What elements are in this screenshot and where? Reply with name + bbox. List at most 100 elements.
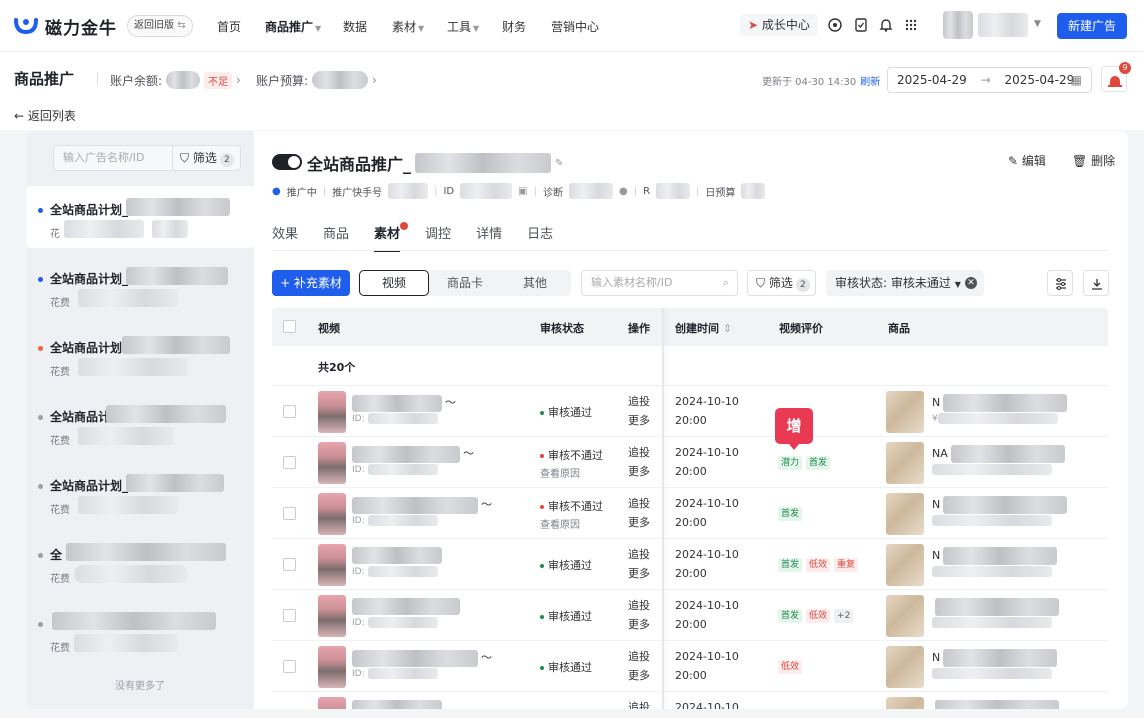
table-row[interactable]: 〜 ID: 审核不通过 查看原因 追投 更多 2024-10-10 20:00 首发…: [272, 488, 1108, 539]
nav-data[interactable]: 数据: [343, 18, 367, 35]
material-filter-button[interactable]: ⛉ 筛选 2: [747, 270, 816, 296]
boost-link[interactable]: 追投: [628, 650, 650, 663]
more-link[interactable]: 更多: [628, 414, 650, 427]
product-thumbnail[interactable]: [886, 391, 924, 433]
tab-log[interactable]: 日志: [527, 223, 553, 252]
delete-button[interactable]: 🗑 删除: [1072, 152, 1115, 169]
product-thumbnail[interactable]: [886, 646, 924, 688]
select-all-checkbox[interactable]: [283, 320, 296, 333]
column-settings-button[interactable]: [1047, 270, 1073, 296]
campaign-item[interactable]: 花费: [26, 600, 254, 662]
row-checkbox[interactable]: [283, 456, 296, 469]
video-thumbnail[interactable]: [318, 697, 346, 709]
account-budget[interactable]: 账户预算: ›: [256, 71, 377, 89]
nav-product-promo[interactable]: 商品推广 ▼: [265, 18, 321, 35]
row-checkbox[interactable]: [283, 609, 296, 622]
growth-center-button[interactable]: ➤ 成长中心: [740, 14, 818, 36]
account-name-redacted[interactable]: [978, 13, 1028, 37]
product-thumbnail[interactable]: [886, 544, 924, 586]
campaign-item[interactable]: 全站商品计划 花费: [26, 324, 254, 386]
campaign-item[interactable]: 全站商品计划_ 花: [26, 186, 254, 248]
product-name[interactable]: [932, 598, 1059, 616]
new-ad-button[interactable]: 新建广告: [1057, 13, 1127, 39]
product-thumbnail[interactable]: [886, 697, 924, 709]
nav-marketing[interactable]: 营销中心: [551, 18, 599, 35]
boost-link[interactable]: 追投: [628, 446, 650, 459]
row-checkbox[interactable]: [283, 507, 296, 520]
refresh-link[interactable]: 刷新: [860, 77, 880, 88]
table-row[interactable]: 〜 ID: 审核通过 追投 更多 2024-10-10 20:00 N ¥: [272, 386, 1108, 437]
campaign-toggle[interactable]: [272, 154, 302, 170]
boost-link[interactable]: 追投: [628, 548, 650, 561]
boost-link[interactable]: 追投: [628, 599, 650, 612]
tab-product[interactable]: 商品: [323, 223, 349, 252]
col-created-time[interactable]: 创建时间 ⇕: [675, 320, 732, 336]
info-icon[interactable]: ●: [619, 186, 628, 197]
product-name[interactable]: N: [932, 496, 1068, 514]
account-dropdown-icon[interactable]: ▼: [1034, 19, 1041, 29]
segment-other[interactable]: 其他: [500, 270, 570, 296]
row-checkbox[interactable]: [283, 405, 296, 418]
tab-material[interactable]: 素材: [374, 222, 409, 252]
increase-badge[interactable]: 增: [775, 408, 813, 450]
brand-logo[interactable]: 磁力金牛: [13, 14, 117, 39]
video-name[interactable]: [352, 547, 445, 564]
segment-video[interactable]: 视频: [359, 270, 429, 296]
video-thumbnail[interactable]: [318, 595, 346, 637]
avatar[interactable]: [943, 11, 973, 39]
campaign-item[interactable]: 全站商品计划_ 花费: [26, 462, 254, 524]
view-reason-link[interactable]: 查看原因: [540, 516, 580, 531]
video-thumbnail[interactable]: [318, 442, 346, 484]
video-thumbnail[interactable]: [318, 493, 346, 535]
video-name[interactable]: [352, 598, 463, 615]
compass-icon[interactable]: [827, 17, 843, 33]
video-thumbnail[interactable]: [318, 391, 346, 433]
campaign-filter-button[interactable]: ⛉ 筛选 2: [172, 145, 241, 171]
product-name[interactable]: N: [932, 547, 1058, 565]
bell-icon[interactable]: [878, 17, 894, 33]
nav-finance[interactable]: 财务: [502, 18, 526, 35]
download-button[interactable]: [1083, 270, 1109, 296]
more-link[interactable]: 更多: [628, 465, 650, 478]
video-name[interactable]: 〜: [352, 496, 492, 514]
old-version-button[interactable]: 返回旧版 ⇆: [127, 15, 193, 37]
campaign-item[interactable]: 全花费: [26, 531, 254, 593]
back-to-list-link[interactable]: ← 返回列表: [14, 107, 76, 124]
product-name[interactable]: N: [932, 649, 1058, 667]
apps-grid-icon[interactable]: [903, 17, 919, 33]
date-range-picker[interactable]: 2025-04-29 → 2025-04-29 ▦: [887, 67, 1092, 93]
more-link[interactable]: 更多: [628, 618, 650, 631]
more-link[interactable]: 更多: [628, 669, 650, 682]
edit-button[interactable]: ✎ 编辑: [1008, 152, 1046, 169]
video-name[interactable]: 〜: [352, 649, 492, 667]
video-name[interactable]: [352, 700, 445, 709]
tab-control[interactable]: 调控: [425, 223, 451, 252]
add-material-button[interactable]: + 补充素材: [272, 270, 350, 296]
boost-link[interactable]: 追投: [628, 497, 650, 510]
campaign-item[interactable]: 全站商品计 花费: [26, 393, 254, 455]
campaign-item[interactable]: 全站商品计划_ 花费: [26, 255, 254, 317]
table-row[interactable]: ID: 审核通过 追投 更多 2024-10-10 20:00 首发 低效 重复 N: [272, 539, 1108, 590]
material-search-input[interactable]: 输入素材名称/ID ⌕: [581, 270, 738, 296]
product-name[interactable]: [932, 700, 1059, 709]
tab-effect[interactable]: 效果: [272, 223, 298, 252]
boost-link[interactable]: 追投: [628, 395, 650, 408]
alarm-button[interactable]: 9: [1101, 62, 1131, 92]
clear-icon[interactable]: ✕: [965, 277, 977, 289]
tab-details[interactable]: 详情: [476, 223, 502, 252]
account-balance[interactable]: 账户余额: 不足 ›: [110, 71, 241, 89]
product-name[interactable]: NA: [932, 445, 1065, 463]
video-thumbnail[interactable]: [318, 646, 346, 688]
table-row[interactable]: 审核中 追投更多 2024-10-10 低效: [272, 692, 1108, 709]
video-thumbnail[interactable]: [318, 544, 346, 586]
more-link[interactable]: 更多: [628, 516, 650, 529]
more-link[interactable]: 更多: [628, 567, 650, 580]
nav-material[interactable]: 素材 ▼: [392, 18, 424, 35]
checklist-icon[interactable]: [853, 17, 869, 33]
nav-tools[interactable]: 工具 ▼: [447, 18, 479, 35]
boost-link[interactable]: 追投: [628, 701, 650, 709]
copy-icon[interactable]: ▣: [518, 186, 527, 197]
table-row[interactable]: 〜 ID: 审核不通过 查看原因 追投 更多 2024-10-10 20:00 潜力…: [272, 437, 1108, 488]
edit-pencil-icon[interactable]: ✎: [555, 158, 563, 169]
table-row[interactable]: ID: 审核通过 追投 更多 2024-10-10 20:00 首发 低效 +2: [272, 590, 1108, 641]
